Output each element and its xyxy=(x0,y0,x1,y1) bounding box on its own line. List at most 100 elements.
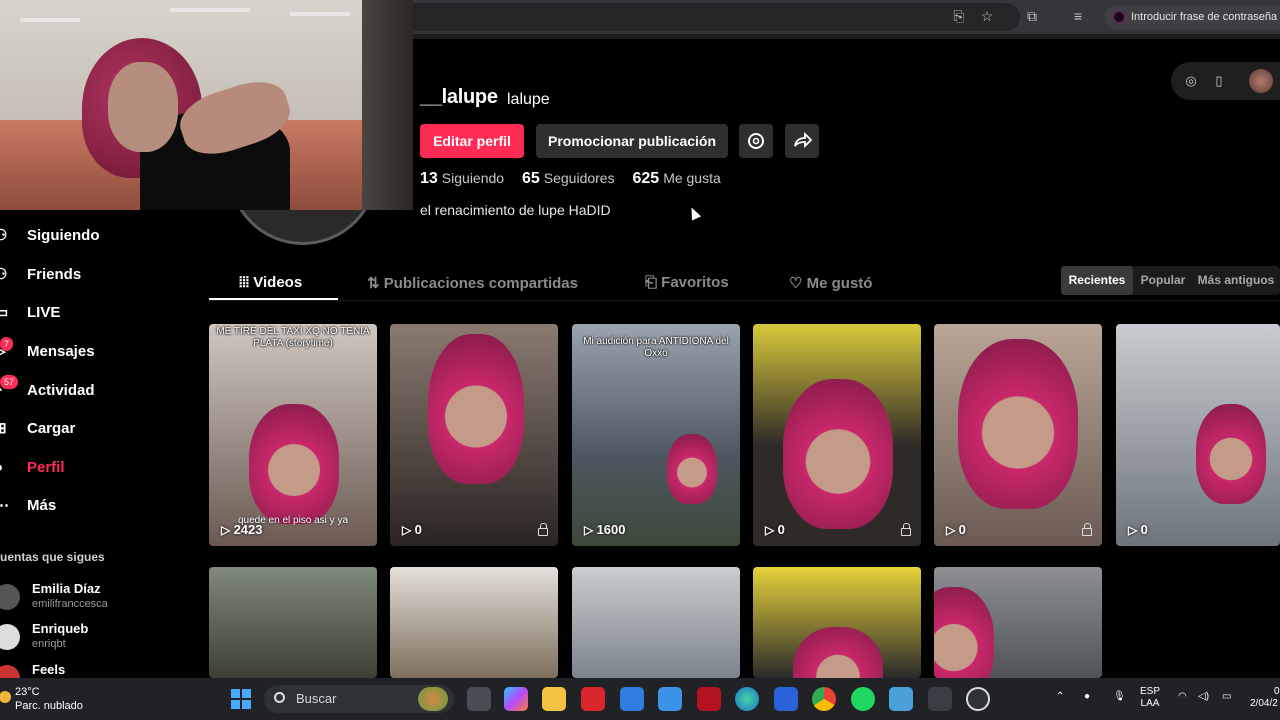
sidebar-item-label: Friends xyxy=(27,265,82,283)
following-label[interactable]: Siguiendo xyxy=(442,170,504,186)
sidebar-item-messages[interactable]: ▷Mensajes xyxy=(0,336,95,366)
app-tray-icon[interactable]: ● xyxy=(1084,691,1090,703)
account-name: Enriqueb xyxy=(32,621,89,636)
sidebar-item-friends[interactable]: ⚇ Friends xyxy=(0,259,81,289)
video-thumbnail[interactable] xyxy=(572,567,740,678)
media-icon[interactable]: ≡ xyxy=(1068,6,1088,26)
webcam-overlay xyxy=(0,0,413,210)
volume-icon[interactable]: ◁) xyxy=(1198,691,1209,703)
likes-count: 625 xyxy=(632,170,660,187)
share-button[interactable] xyxy=(785,124,819,158)
account-name: Feels xyxy=(32,662,66,677)
video-thumbnail[interactable]: Mi audición para ANTIDIONA del Oxxo 1600 xyxy=(572,324,740,546)
spotify-icon[interactable] xyxy=(851,687,875,711)
video-thumbnail[interactable]: 0 xyxy=(753,324,921,546)
clock[interactable]: 0 2/04/2 xyxy=(1250,686,1280,710)
address-bar[interactable] xyxy=(413,3,1020,31)
avatar xyxy=(0,584,20,610)
chrome-icon[interactable] xyxy=(812,687,836,711)
video-thumbnail[interactable]: ME TIRE DEL TAXI XQ NO TENIA PLATA (stor… xyxy=(209,324,377,546)
sidebar-item-following[interactable]: ⚇ Siguiendo xyxy=(0,220,100,250)
followers-label[interactable]: Seguidores xyxy=(544,170,615,186)
tab-videos[interactable]: ⦙⦙⦙ Videos xyxy=(239,274,302,291)
star-icon[interactable]: ☆ xyxy=(977,6,997,26)
video-thumbnail[interactable] xyxy=(209,567,377,678)
browser-toolbar: ⎘ ☆ ⧉ ≡ Introducir frase de contraseña xyxy=(413,0,1280,34)
task-view-icon[interactable] xyxy=(467,687,491,711)
video-thumbnail[interactable] xyxy=(753,567,921,678)
profile-stats: 13 Siguiendo 65 Seguidores 625 Me gusta xyxy=(420,170,735,188)
install-icon[interactable]: ⎘ xyxy=(949,6,969,26)
mcafee-icon[interactable] xyxy=(697,687,721,711)
video-thumbnail[interactable]: 0 xyxy=(934,324,1102,546)
grid-icon: ⦙⦙⦙ xyxy=(239,274,254,291)
avatar xyxy=(0,624,20,650)
promote-post-button[interactable]: Promocionar publicación xyxy=(536,124,728,158)
compass-icon[interactable]: ◎ xyxy=(1182,72,1200,90)
following-count[interactable]: 13 xyxy=(420,170,438,187)
lock-icon xyxy=(901,523,911,536)
file-explorer-icon[interactable] xyxy=(542,687,566,711)
tab-liked[interactable]: ♡ Me gustó xyxy=(789,274,872,292)
tab-label: Videos xyxy=(253,274,303,291)
thumbnail-subject xyxy=(793,627,883,678)
app-icon[interactable] xyxy=(928,687,952,711)
followed-account[interactable]: Enriqueb enriqbt xyxy=(0,621,200,657)
sort-popular-button[interactable]: Popular xyxy=(1137,266,1189,295)
avatar xyxy=(0,665,20,678)
edit-profile-button[interactable]: Editar perfil xyxy=(420,124,524,158)
widgets-icon[interactable] xyxy=(418,687,448,711)
sidebar-item-label: Más xyxy=(27,496,57,514)
sidebar-item-profile[interactable]: ● Perfil xyxy=(0,452,65,482)
sort-recent-button[interactable]: Recientes xyxy=(1061,266,1133,295)
phone-icon[interactable]: ▯ xyxy=(1210,72,1228,90)
followed-account[interactable]: Feels xyxy=(0,662,200,678)
chevron-up-icon[interactable]: ⌃ xyxy=(1056,691,1064,703)
share-icon xyxy=(794,131,813,149)
sidebar-item-label: Siguiendo xyxy=(27,226,100,244)
tabs-divider xyxy=(209,300,1280,301)
thumbnail-subject xyxy=(958,339,1078,509)
battery-icon[interactable]: ▭ xyxy=(1222,691,1231,703)
sidebar-item-upload[interactable]: ⊞ Cargar xyxy=(0,413,75,443)
video-thumbnail[interactable]: 0 xyxy=(390,324,558,546)
door xyxy=(362,0,413,210)
app-icon[interactable] xyxy=(889,687,913,711)
outlook-icon[interactable] xyxy=(774,687,798,711)
view-count: 0 xyxy=(402,522,422,537)
tab-favorites[interactable]: ⎗ Favoritos xyxy=(645,274,729,291)
language-indicator[interactable]: ESP LAA xyxy=(1140,686,1160,710)
search-icon xyxy=(274,692,285,703)
mouse-cursor-icon xyxy=(686,205,702,221)
store-icon[interactable] xyxy=(620,687,644,711)
app-l-icon[interactable] xyxy=(581,687,605,711)
extensions-icon[interactable]: ⧉ xyxy=(1022,6,1042,26)
edge-icon[interactable] xyxy=(735,687,759,711)
likes-label: Me gusta xyxy=(663,170,721,186)
app-icon[interactable] xyxy=(966,687,990,711)
view-count: 2423 xyxy=(221,522,263,537)
followers-count[interactable]: 65 xyxy=(522,170,540,187)
video-thumbnail[interactable] xyxy=(390,567,558,678)
sidebar-item-more[interactable]: ⋯ Más xyxy=(0,490,56,520)
microphone-icon[interactable]: 🎙 xyxy=(1113,691,1126,703)
app-icon[interactable] xyxy=(658,687,682,711)
settings-button[interactable] xyxy=(739,124,773,158)
password-chip[interactable]: Introducir frase de contraseña xyxy=(1105,5,1280,29)
copilot-icon[interactable] xyxy=(504,687,528,711)
sidebar-item-live[interactable]: ▭ LIVE xyxy=(0,297,60,327)
sidebar-item-label: Actividad xyxy=(27,381,95,399)
video-thumbnail[interactable] xyxy=(934,567,1102,678)
followed-account[interactable]: Emilia Díaz emilifranccesca xyxy=(0,581,200,617)
sort-oldest-button[interactable]: Más antiguos xyxy=(1195,266,1277,295)
tab-reposts[interactable]: ⇅ Publicaciones compartidas xyxy=(367,274,578,292)
user-avatar[interactable] xyxy=(1249,69,1273,93)
weather-widget[interactable]: 23°C Parc. nublado xyxy=(0,685,83,713)
view-count: 0 xyxy=(1128,522,1148,537)
video-thumbnail[interactable]: 0 xyxy=(1116,324,1280,546)
tab-label: Me gustó xyxy=(806,275,873,292)
shelf xyxy=(290,12,350,16)
video-caption: Mi audición para ANTIDIONA del Oxxo xyxy=(583,336,729,359)
wifi-icon[interactable]: ◠ xyxy=(1178,691,1187,703)
start-button[interactable] xyxy=(231,689,251,709)
